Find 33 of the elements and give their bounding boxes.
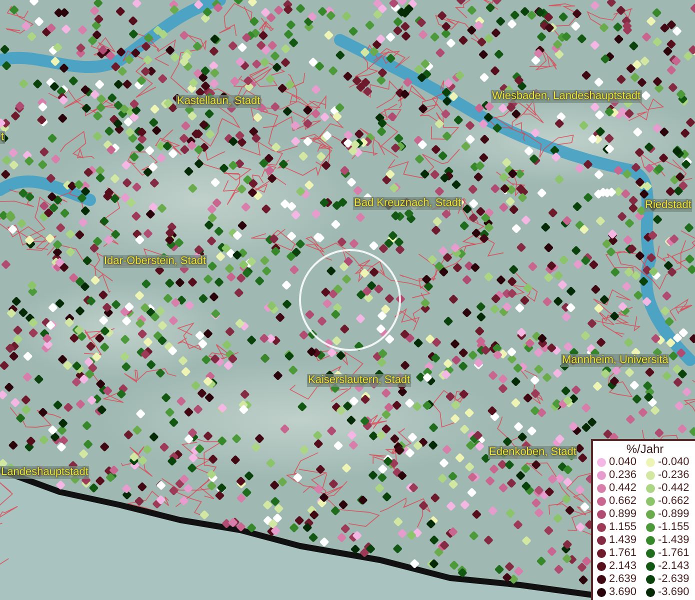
legend-value: -2.143 [658, 560, 690, 572]
place-label: Mannheim, Universitä [561, 354, 670, 367]
legend-value: -2.639 [658, 573, 690, 585]
legend-value: -0.442 [658, 482, 690, 494]
legend-value: 0.040 [609, 456, 637, 468]
legend-value: -0.236 [658, 469, 690, 481]
place-label: Riedstadt [644, 199, 692, 212]
legend-title: %/Jahr [625, 442, 665, 456]
legend-value: 2.639 [609, 573, 637, 585]
place-label: t [0, 131, 6, 144]
place-label: Edenkoben, Stadt [488, 446, 578, 459]
legend-value: 0.899 [609, 508, 637, 520]
place-label: Kaiserslautern, Stadt [307, 374, 412, 387]
place-label: Wiesbaden, Landeshauptstadt [491, 90, 642, 103]
legend-value: -3.690 [658, 586, 690, 598]
place-label: Landeshauptstadt [0, 466, 90, 479]
legend-value: -1.439 [658, 534, 690, 546]
legend-value: 1.155 [609, 521, 637, 533]
legend-value: 1.439 [609, 534, 637, 546]
place-label: Idar-Oberstein, Stadt [103, 255, 208, 268]
place-label: Kastellaun, Stadt [176, 95, 262, 108]
legend-value: -1.155 [658, 521, 690, 533]
legend-value: 0.442 [609, 482, 637, 494]
legend-value: -0.899 [658, 508, 690, 520]
legend-value: 3.690 [609, 586, 637, 598]
legend-value: -0.662 [658, 495, 690, 507]
legend-value: -0.040 [658, 456, 690, 468]
legend-value: 2.143 [609, 560, 637, 572]
legend-value: 1.761 [609, 547, 637, 559]
legend-value: 0.662 [609, 495, 637, 507]
legend-value: 0.236 [609, 469, 637, 481]
place-label: Bad Kreuznach, Stadt [353, 197, 462, 210]
legend-value: -1.761 [658, 547, 690, 559]
